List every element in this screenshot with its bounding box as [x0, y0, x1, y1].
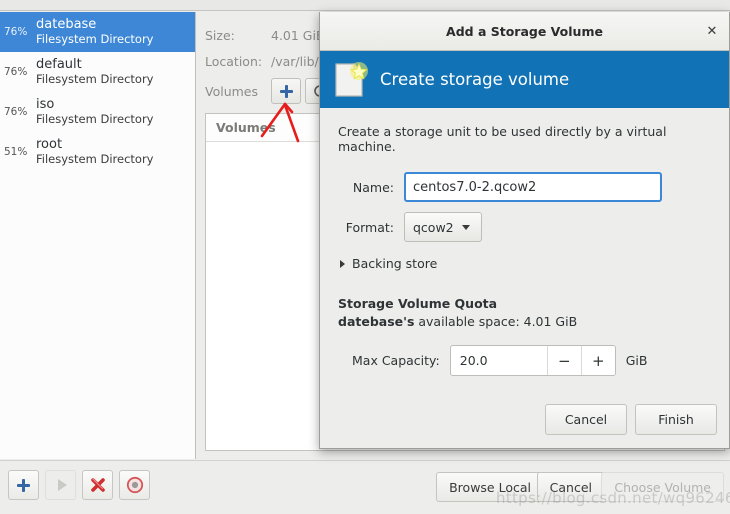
screen-root: 76% datebase Filesystem Directory 76% de…	[0, 0, 730, 514]
watermark-text: https://blog.csdn.net/wq962464	[496, 489, 730, 507]
capacity-unit-label: GiB	[625, 353, 648, 368]
volumes-label: Volumes	[205, 83, 259, 99]
quota-available-text: datebase's available space: 4.01 GiB	[338, 314, 711, 329]
backing-store-expander[interactable]: Backing store	[340, 256, 711, 271]
dialog-finish-button[interactable]: Finish	[635, 403, 717, 435]
stepper-decrement-button[interactable]: −	[546, 346, 581, 375]
pool-text-group: default Filesystem Directory	[36, 58, 153, 85]
quota-heading: Storage Volume Quota	[338, 296, 498, 311]
storage-quota-section: Storage Volume Quota datebase's availabl…	[338, 296, 711, 376]
format-selected-value: qcow2	[413, 219, 454, 235]
dialog-banner: Create storage volume	[320, 51, 729, 108]
format-row: Format: qcow2	[338, 212, 711, 242]
play-icon	[57, 479, 67, 491]
dialog-intro-text: Create a storage unit to be used directl…	[338, 124, 667, 154]
add-pool-button[interactable]	[8, 470, 39, 500]
dialog-body: Create a storage unit to be used directl…	[320, 108, 729, 376]
pool-name: iso	[36, 97, 55, 113]
size-row: Size: 4.01 GiB	[205, 28, 325, 43]
pool-text-group: root Filesystem Directory	[36, 138, 153, 165]
pool-type: Filesystem Directory	[36, 151, 154, 166]
red-x-icon	[90, 478, 105, 492]
chevron-right-icon	[340, 259, 345, 268]
stop-pool-button[interactable]	[119, 470, 150, 500]
dialog-footer: Cancel Finish	[320, 390, 729, 448]
size-value: 4.01 GiB	[271, 28, 325, 43]
add-volume-button[interactable]	[271, 78, 301, 104]
pool-usage-percent: 51%	[4, 146, 28, 158]
format-label: Format:	[345, 219, 394, 235]
name-input[interactable]	[404, 172, 662, 202]
pool-list-item-root[interactable]: 51% root Filesystem Directory	[0, 132, 195, 172]
plus-icon	[279, 84, 293, 98]
pool-list-item-datebase[interactable]: 76% datebase Filesystem Directory	[0, 12, 195, 52]
add-storage-volume-dialog: Add a Storage Volume ✕ Create storage vo…	[319, 12, 730, 449]
chevron-down-icon	[461, 224, 470, 230]
format-dropdown[interactable]: qcow2	[404, 212, 482, 242]
dialog-cancel-button[interactable]: Cancel	[545, 403, 627, 435]
quota-available-rest: available space: 4.01 GiB	[414, 314, 578, 329]
name-label: Name:	[352, 179, 394, 195]
location-value: /var/lib/	[271, 54, 319, 69]
delete-pool-button[interactable]	[82, 470, 113, 500]
size-label: Size:	[205, 28, 235, 43]
plus-icon	[17, 478, 30, 492]
pool-usage-percent: 76%	[4, 106, 28, 118]
max-capacity-label: Max Capacity:	[352, 353, 440, 368]
pool-name: datebase	[36, 17, 97, 33]
backing-store-label: Backing store	[352, 256, 438, 271]
name-row: Name:	[338, 172, 711, 202]
pool-usage-percent: 76%	[4, 66, 28, 78]
pool-type: Filesystem Directory	[36, 71, 154, 86]
pool-usage-percent: 76%	[4, 26, 28, 38]
max-capacity-value[interactable]: 20.0	[451, 346, 547, 375]
pool-name: default	[36, 57, 82, 73]
pool-type: Filesystem Directory	[36, 111, 154, 126]
storage-pool-list[interactable]: 76% datebase Filesystem Directory 76% de…	[0, 12, 196, 459]
max-capacity-row: Max Capacity: 20.0 − + GiB	[352, 345, 711, 376]
close-icon[interactable]: ✕	[703, 22, 721, 40]
quota-pool-name: datebase's	[338, 314, 415, 329]
max-capacity-stepper[interactable]: 20.0 − +	[449, 345, 616, 376]
pool-list-item-default[interactable]: 76% default Filesystem Directory	[0, 52, 195, 92]
pool-type: Filesystem Directory	[36, 31, 154, 46]
pool-text-group: iso Filesystem Directory	[36, 98, 153, 125]
stepper-increment-button[interactable]: +	[580, 346, 615, 375]
location-row: Location: /var/lib/	[205, 54, 319, 69]
dialog-title: Add a Storage Volume	[446, 23, 603, 39]
storage-volume-new-icon	[328, 59, 370, 101]
dialog-titlebar: Add a Storage Volume ✕	[320, 12, 729, 51]
stop-circle-icon	[126, 476, 143, 494]
start-pool-button	[45, 470, 76, 500]
pool-name: root	[36, 137, 63, 153]
banner-title: Create storage volume	[380, 70, 570, 89]
location-label: Location:	[205, 54, 263, 69]
pool-text-group: datebase Filesystem Directory	[36, 18, 153, 45]
window-top-strip	[0, 0, 730, 11]
pool-list-item-iso[interactable]: 76% iso Filesystem Directory	[0, 92, 195, 132]
